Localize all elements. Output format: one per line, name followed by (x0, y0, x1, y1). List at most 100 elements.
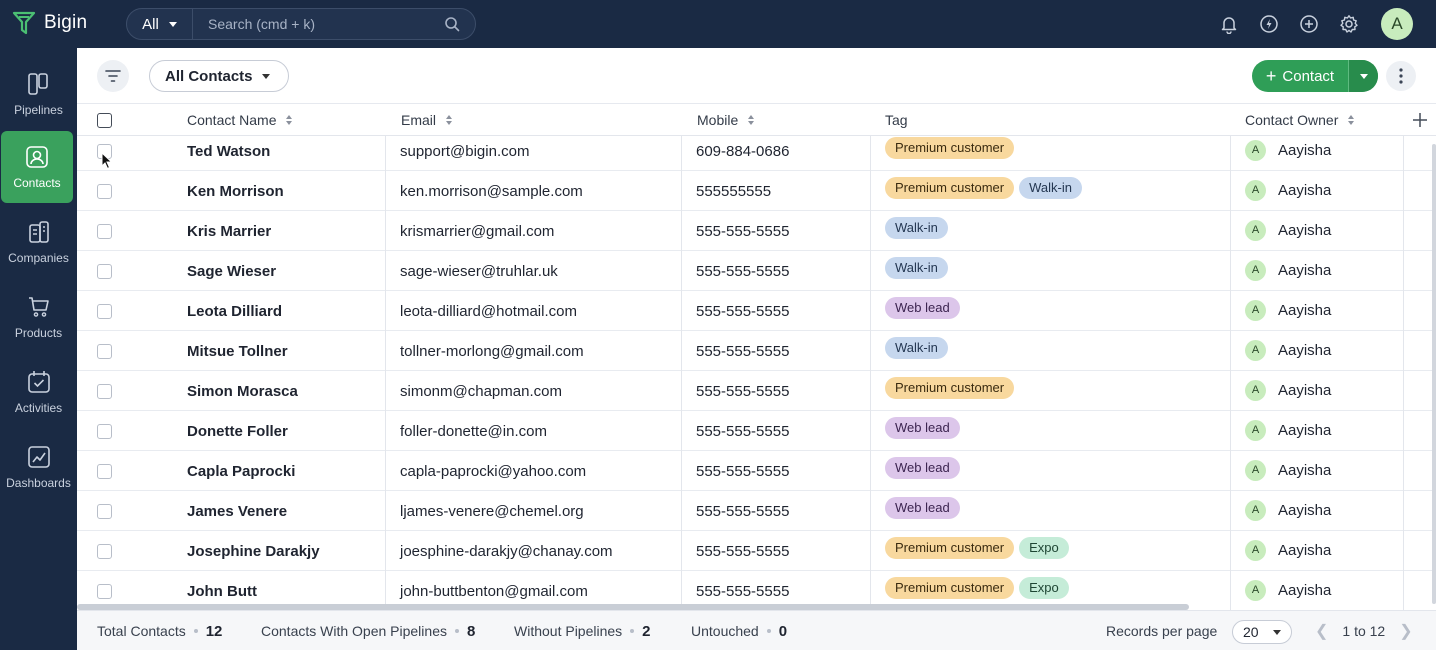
plus-circle-icon[interactable] (1297, 12, 1321, 36)
contact-email[interactable]: simonm@chapman.com (400, 371, 562, 411)
contact-mobile[interactable]: 555-555-5555 (696, 491, 789, 531)
contact-name[interactable]: Josephine Darakjy (187, 531, 320, 571)
row-checkbox[interactable] (97, 583, 112, 599)
row-checkbox[interactable] (97, 343, 112, 359)
stat-open-pipelines[interactable]: Contacts With Open Pipelines 8 (261, 611, 475, 650)
table-row[interactable]: Ken Morrison ken.morrison@sample.com 55555… (77, 171, 1436, 211)
row-checkbox[interactable] (97, 543, 112, 559)
add-column-button[interactable] (1412, 104, 1428, 136)
contact-name[interactable]: Capla Paprocki (187, 451, 295, 491)
table-row[interactable]: Sage Wieser sage-wieser@truhlar.uk 555-555… (77, 251, 1436, 291)
contact-owner[interactable]: A Aayisha (1245, 290, 1331, 330)
records-per-page-select[interactable]: 20 (1232, 620, 1292, 644)
contact-owner[interactable]: A Aayisha (1245, 410, 1331, 450)
contact-email[interactable]: capla-paprocki@yahoo.com (400, 451, 586, 491)
horizontal-scrollbar[interactable] (77, 604, 1189, 610)
row-checkbox[interactable] (97, 263, 112, 279)
contact-name[interactable]: Kris Marrier (187, 211, 271, 251)
contact-email[interactable]: sage-wieser@truhlar.uk (400, 251, 558, 291)
contact-mobile[interactable]: 555-555-5555 (696, 451, 789, 491)
table-row[interactable]: Leota Dilliard leota-dilliard@hotmail.com… (77, 291, 1436, 331)
sort-icon[interactable] (1348, 115, 1355, 125)
column-header-contact-name[interactable]: Contact Name (187, 104, 293, 136)
sidebar-item-contacts[interactable]: Contacts (1, 131, 73, 203)
contact-email[interactable]: krismarrier@gmail.com (400, 211, 554, 251)
select-all-checkbox[interactable] (97, 104, 112, 136)
contact-owner[interactable]: A Aayisha (1245, 530, 1331, 570)
column-header-tag[interactable]: Tag (885, 104, 908, 136)
row-checkbox[interactable] (97, 183, 112, 199)
contact-owner[interactable]: A Aayisha (1245, 450, 1331, 490)
contact-mobile[interactable]: 609-884-0686 (696, 131, 789, 171)
app-logo[interactable]: Bigin (12, 10, 87, 36)
next-page-icon[interactable]: ❯ (1399, 621, 1412, 641)
column-header-mobile[interactable]: Mobile (697, 104, 755, 136)
row-checkbox[interactable] (97, 223, 112, 239)
view-selector[interactable]: All Contacts (149, 60, 289, 92)
sort-icon[interactable] (748, 115, 755, 125)
sidebar-item-pipelines[interactable]: Pipelines (0, 58, 77, 130)
contact-email[interactable]: foller-donette@in.com (400, 411, 547, 451)
contact-email[interactable]: support@bigin.com (400, 131, 529, 171)
table-row[interactable]: Josephine Darakjy joesphine-darakjy@chana… (77, 531, 1436, 571)
contact-name[interactable]: Donette Foller (187, 411, 288, 451)
contact-name[interactable]: Ken Morrison (187, 171, 284, 211)
contact-name[interactable]: Mitsue Tollner (187, 331, 288, 371)
contact-mobile[interactable]: 555-555-5555 (696, 291, 789, 331)
bell-icon[interactable] (1217, 12, 1241, 36)
stat-without-pipelines[interactable]: Without Pipelines 2 (514, 611, 651, 650)
row-checkbox[interactable] (97, 383, 112, 399)
vertical-scrollbar[interactable] (1432, 144, 1436, 604)
contact-name[interactable]: Simon Morasca (187, 371, 298, 411)
contact-email[interactable]: joesphine-darakjy@chanay.com (400, 531, 613, 571)
compass-icon[interactable] (1257, 12, 1281, 36)
contact-mobile[interactable]: 555-555-5555 (696, 331, 789, 371)
contact-owner[interactable]: A Aayisha (1245, 570, 1331, 610)
contact-mobile[interactable]: 555555555 (696, 171, 771, 211)
column-header-email[interactable]: Email (401, 104, 453, 136)
stat-untouched[interactable]: Untouched 0 (691, 611, 787, 650)
search-input[interactable] (193, 16, 437, 32)
stat-total-contacts[interactable]: Total Contacts 12 (97, 611, 222, 650)
table-row[interactable]: Ted Watson support@bigin.com 609-884-0686 P… (77, 131, 1436, 171)
contact-email[interactable]: ken.morrison@sample.com (400, 171, 583, 211)
contact-owner[interactable]: A Aayisha (1245, 490, 1331, 530)
table-row[interactable]: Capla Paprocki capla-paprocki@yahoo.com 55… (77, 451, 1436, 491)
contact-email[interactable]: tollner-morlong@gmail.com (400, 331, 584, 371)
table-row[interactable]: Mitsue Tollner tollner-morlong@gmail.com 5… (77, 331, 1436, 371)
contact-name[interactable]: Leota Dilliard (187, 291, 282, 331)
sort-icon[interactable] (286, 115, 293, 125)
contact-owner[interactable]: A Aayisha (1245, 370, 1331, 410)
contact-name[interactable]: Ted Watson (187, 131, 270, 171)
contact-mobile[interactable]: 555-555-5555 (696, 211, 789, 251)
contact-mobile[interactable]: 555-555-5555 (696, 411, 789, 451)
contact-owner[interactable]: A Aayisha (1245, 330, 1331, 370)
contact-name[interactable]: Sage Wieser (187, 251, 276, 291)
table-row[interactable]: Kris Marrier krismarrier@gmail.com 555-555… (77, 211, 1436, 251)
contact-email[interactable]: ljames-venere@chemel.org (400, 491, 584, 531)
sidebar-item-activities[interactable]: Activities (0, 356, 77, 428)
contact-mobile[interactable]: 555-555-5555 (696, 371, 789, 411)
gear-icon[interactable] (1337, 12, 1361, 36)
contact-mobile[interactable]: 555-555-5555 (696, 251, 789, 291)
contact-owner[interactable]: A Aayisha (1245, 210, 1331, 250)
user-avatar[interactable]: A (1381, 8, 1413, 40)
filter-button[interactable] (97, 60, 129, 92)
add-contact-button[interactable]: + Contact (1252, 60, 1348, 92)
sidebar-item-companies[interactable]: Companies (0, 206, 77, 278)
contact-owner[interactable]: A Aayisha (1245, 170, 1331, 210)
sidebar-item-dashboards[interactable]: Dashboards (0, 431, 77, 503)
more-options-button[interactable] (1386, 61, 1416, 91)
sort-icon[interactable] (446, 115, 453, 125)
table-row[interactable]: Simon Morasca simonm@chapman.com 555-555-5… (77, 371, 1436, 411)
add-options-dropdown[interactable] (1348, 60, 1378, 92)
row-checkbox[interactable] (97, 463, 112, 479)
contact-mobile[interactable]: 555-555-5555 (696, 531, 789, 571)
previous-page-icon[interactable]: ❮ (1315, 621, 1328, 641)
sidebar-item-products[interactable]: Products (0, 281, 77, 353)
row-checkbox[interactable] (97, 423, 112, 439)
column-header-contact-owner[interactable]: Contact Owner (1245, 104, 1355, 136)
row-checkbox[interactable] (97, 303, 112, 319)
contact-owner[interactable]: A Aayisha (1245, 130, 1331, 170)
search-scope-dropdown[interactable]: All (127, 9, 193, 39)
